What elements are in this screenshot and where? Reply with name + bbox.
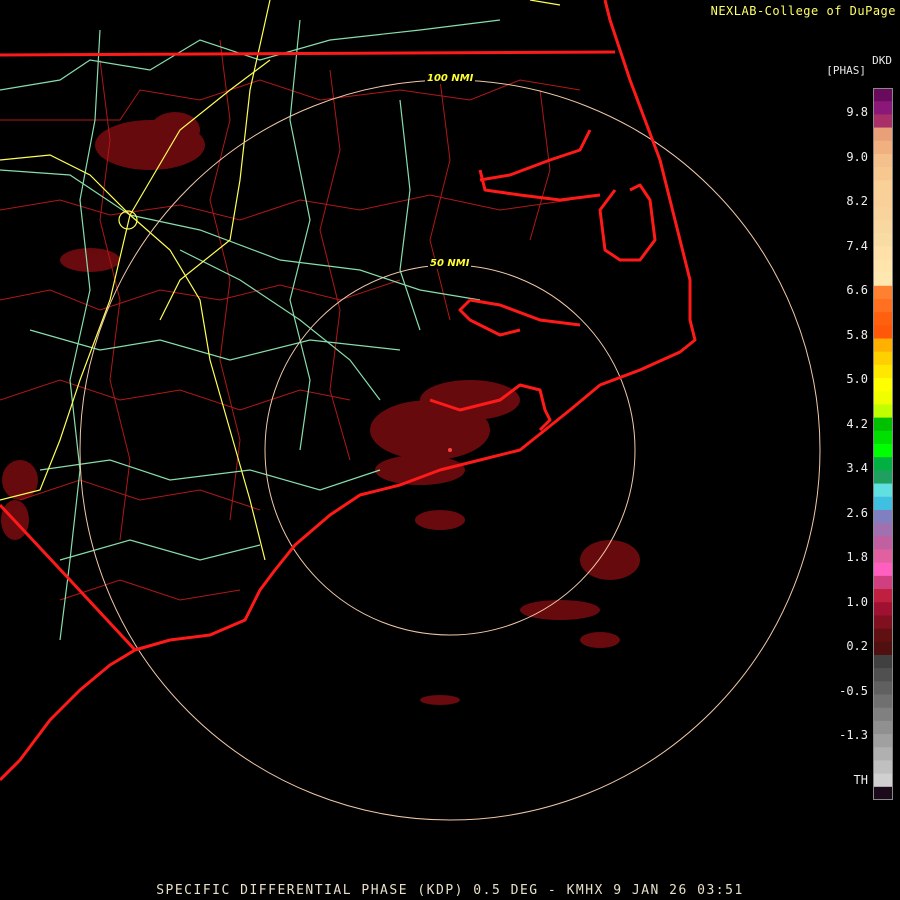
legend-swatch (873, 246, 893, 260)
legend-swatch (873, 140, 893, 155)
legend-swatch (873, 734, 893, 748)
legend-color-bar (873, 88, 893, 800)
legend-swatch (873, 641, 893, 656)
secondary-highways (0, 19, 501, 641)
legend-tick-label: 8.2 (846, 194, 868, 208)
legend-swatch (873, 681, 893, 696)
legend-swatch (873, 628, 893, 643)
legend-swatch (873, 193, 893, 208)
legend-swatch (873, 233, 893, 247)
legend-tick-label: 4.2 (846, 416, 868, 431)
radar-site-icon (448, 448, 452, 452)
legend-swatch (873, 549, 893, 564)
legend-unit-top: DKD (872, 54, 892, 67)
legend-swatch (873, 167, 893, 181)
legend-swatch (873, 364, 893, 379)
legend-tick-label: 1.8 (846, 550, 868, 564)
legend-tick-label: TH (853, 772, 868, 787)
legend-tick-label: 5.8 (846, 327, 868, 342)
coastline (0, 0, 697, 782)
legend-swatch (873, 483, 893, 498)
legend-swatch (873, 509, 893, 524)
legend-swatch (873, 312, 893, 326)
legend-tick-label: 2.6 (846, 505, 868, 520)
legend-tick-label: -0.5 (839, 683, 868, 698)
nc-va-border (0, 50, 616, 57)
legend-swatch (873, 417, 893, 432)
legend-swatch (873, 378, 893, 392)
legend-swatch (873, 351, 893, 366)
radar-map (0, 0, 821, 821)
legend-swatch (873, 654, 893, 669)
legend-tick-label: 9.0 (846, 149, 868, 164)
legend-swatch (873, 127, 893, 142)
legend-tick-label: 7.4 (846, 238, 868, 253)
legend-tick-label: 5.0 (846, 372, 868, 386)
legend-swatch (873, 457, 893, 471)
legend-swatch (873, 180, 893, 194)
legend-swatch (873, 325, 893, 340)
legend-swatch (873, 430, 893, 445)
ring-label-50: 50 NMI (428, 258, 472, 269)
legend-tick-label: -1.3 (839, 728, 868, 742)
legend-unit: [PHAS] (826, 64, 866, 77)
state-borders (0, 0, 697, 782)
legend-tick-label: 6.6 (846, 283, 868, 297)
legend-swatch (873, 562, 893, 577)
legend-swatch (873, 773, 893, 788)
legend-swatch (873, 219, 893, 234)
legend-swatch (873, 285, 893, 300)
legend-swatch (873, 786, 893, 800)
legend-swatch (873, 602, 893, 616)
legend-swatch (873, 760, 893, 775)
legend-swatch (873, 404, 893, 419)
ring-label-100: 100 NMI (425, 73, 476, 84)
legend-tick-label: 3.4 (846, 461, 868, 475)
legend-swatch (873, 206, 893, 221)
legend-tick-label: 0.2 (846, 639, 868, 653)
legend-swatch (873, 153, 893, 168)
legend-swatch (873, 523, 893, 537)
county-borders (0, 39, 581, 601)
legend-swatch (873, 720, 893, 735)
nc-sc-border (0, 503, 137, 652)
credit-text: NEXLAB-College of DuPage (710, 4, 896, 18)
legend-swatch (873, 707, 893, 722)
legend-swatch (873, 470, 893, 485)
legend-swatch (873, 668, 893, 682)
legend-swatch (873, 536, 893, 550)
legend-swatch (873, 589, 893, 603)
legend-swatch (873, 496, 893, 511)
primary-highways (0, 0, 561, 561)
legend-swatch (873, 88, 893, 102)
legend-swatch (873, 391, 893, 405)
legend-swatch (873, 272, 893, 287)
legend-tick-label: 1.0 (846, 594, 868, 609)
legend-swatch (873, 444, 893, 458)
product-footer: SPECIFIC DIFFERENTIAL PHASE (KDP) 0.5 DE… (156, 883, 744, 898)
legend-swatch (873, 747, 893, 761)
legend-swatch (873, 615, 893, 630)
legend-swatch (873, 338, 893, 353)
legend-swatch (873, 298, 893, 313)
legend-swatch (873, 575, 893, 590)
legend-tick-label: 9.8 (846, 105, 868, 119)
legend-swatch (873, 694, 893, 709)
legend-swatch (873, 259, 893, 274)
legend-swatch (873, 114, 893, 129)
legend-swatch (873, 101, 893, 115)
